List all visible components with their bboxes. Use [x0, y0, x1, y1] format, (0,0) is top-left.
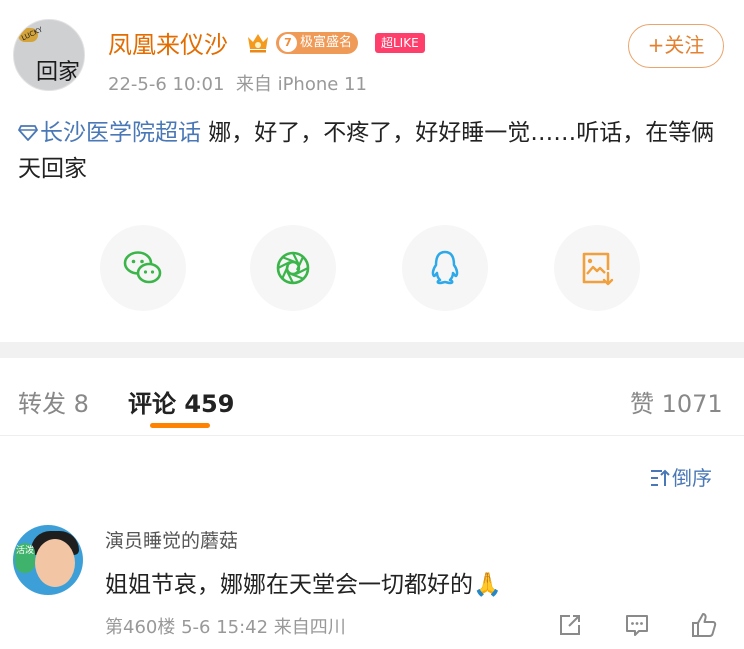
tab-repost[interactable]: 转发 8 — [18, 384, 89, 419]
post-meta: 22-5-6 10:01 来自 iPhone 11 — [108, 70, 367, 96]
save-image-button[interactable] — [554, 225, 640, 311]
sort-button[interactable]: 倒序 — [650, 462, 712, 491]
level-number: 7 — [279, 34, 297, 52]
active-tab-indicator — [150, 423, 210, 428]
qq-icon — [431, 250, 459, 285]
save-image-icon — [582, 252, 614, 286]
level-badge[interactable]: 7 极富盛名 — [276, 32, 359, 54]
sort-icon — [651, 469, 670, 486]
section-divider — [0, 342, 744, 358]
tab-likes[interactable]: 赞 1071 — [630, 384, 723, 419]
like-icon[interactable] — [690, 611, 718, 639]
post-header: LUCKY 回家 凤凰来仪沙 7 极富盛名 超LIKE 22-5-6 10:01… — [0, 0, 744, 110]
comment-icon[interactable] — [623, 611, 651, 639]
commenter-name[interactable]: 演员睡觉的蘑菇 — [105, 526, 238, 553]
comment-item: 活泼 演员睡觉的蘑菇 姐姐节哀，娜娜在天堂会一切都好的🙏 第460楼 5-6 1… — [0, 505, 744, 649]
tab-comments[interactable]: 评论 459 — [128, 384, 234, 419]
share-qq-button[interactable] — [402, 225, 488, 311]
author-avatar[interactable]: LUCKY 回家 — [13, 19, 85, 91]
tab-bar: 转发 8 评论 459 赞 1071 — [0, 358, 744, 436]
crown-icon — [248, 34, 268, 53]
avatar-tag: 活泼 — [15, 543, 35, 573]
post-content: 长沙医学院超话 娜，好了，不疼了，好好睡一觉……听话，在等俩天回家 — [18, 115, 728, 187]
sort-label: 倒序 — [672, 466, 712, 490]
share-wechat-button[interactable] — [100, 225, 186, 311]
topic-label: 长沙医学院超话 — [40, 120, 201, 146]
moments-icon — [276, 251, 310, 285]
follow-button[interactable]: +关注 — [628, 24, 724, 68]
avatar-text: 回家 — [36, 60, 81, 85]
commenter-avatar[interactable]: 活泼 — [13, 525, 83, 595]
share-icon[interactable] — [556, 611, 584, 639]
comment-meta: 第460楼 5-6 15:42 来自四川 — [105, 617, 346, 638]
comment-text: 姐姐节哀，娜娜在天堂会一切都好的🙏 — [105, 572, 502, 598]
diamond-icon — [18, 125, 38, 141]
post-source: 来自 iPhone 11 — [235, 74, 367, 95]
avatar-face — [35, 539, 75, 587]
topic-link[interactable]: 长沙医学院超话 — [18, 120, 201, 146]
share-row — [0, 225, 744, 315]
post-time: 22-5-6 10:01 — [108, 74, 225, 95]
super-like-badge[interactable]: 超LIKE — [375, 33, 425, 53]
author-name[interactable]: 凤凰来仪沙 — [108, 25, 228, 60]
wechat-icon — [123, 251, 162, 284]
share-moments-button[interactable] — [250, 225, 336, 311]
level-label: 极富盛名 — [300, 35, 353, 50]
